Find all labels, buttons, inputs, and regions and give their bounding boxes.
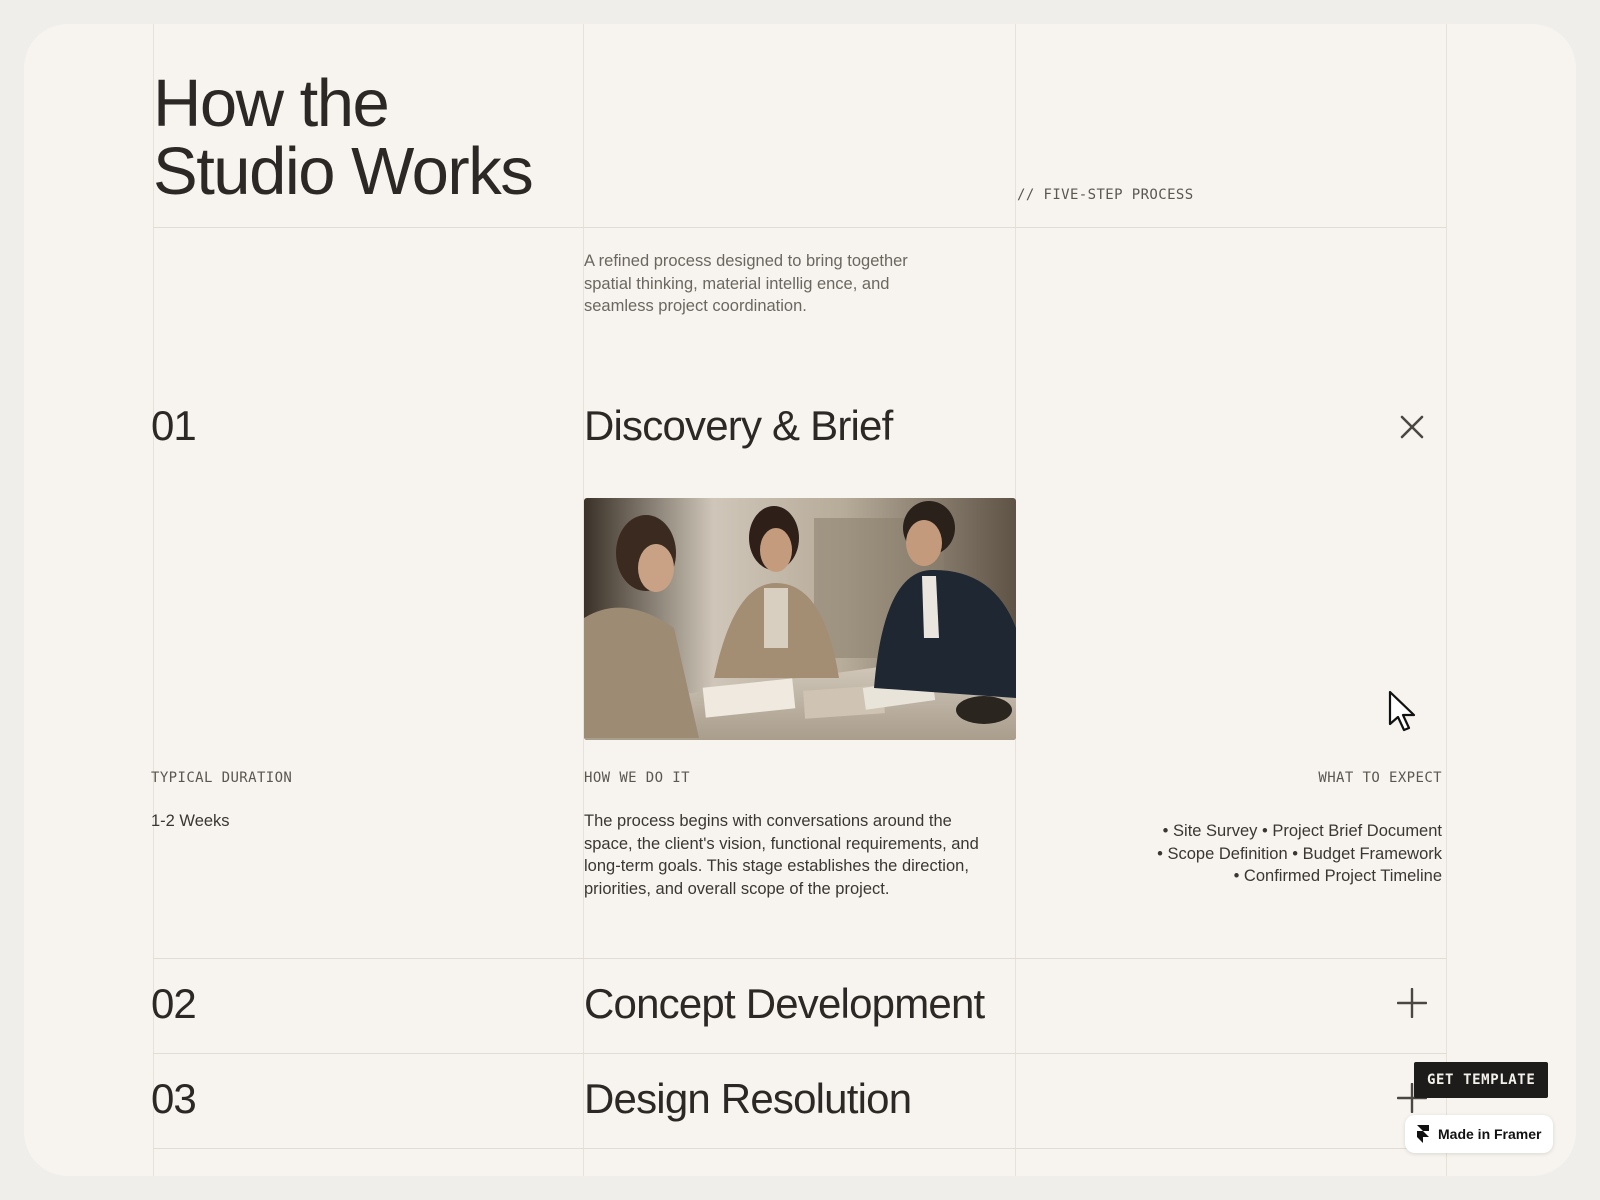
how-description: The process begins with conversations ar… <box>584 812 979 899</box>
how-label: HOW WE DO IT <box>584 770 690 786</box>
step-number: 02 <box>151 980 197 1027</box>
step-number: 03 <box>151 1075 197 1122</box>
made-in-framer-label: Made in Framer <box>1438 1126 1542 1142</box>
page-title: How the Studio Works <box>153 70 593 206</box>
step-number: 01 <box>151 402 197 449</box>
page-title-line2: Studio Works <box>153 134 534 209</box>
step-divider <box>153 1053 1446 1054</box>
step-photo <box>584 498 1016 740</box>
expect-line: • Confirmed Project Timeline <box>1233 867 1442 886</box>
step-title[interactable]: Concept Development <box>584 980 985 1028</box>
made-in-framer-badge[interactable]: Made in Framer <box>1405 1115 1553 1153</box>
step-title[interactable]: Discovery & Brief <box>584 402 893 450</box>
expect-line: • Site Survey • Project Brief Document <box>1162 822 1442 840</box>
expect-label: WHAT TO EXPECT <box>1318 770 1442 786</box>
mouse-cursor-icon <box>1388 690 1418 739</box>
page-frame: How the Studio Works // FIVE-STEP PROCES… <box>24 24 1576 1176</box>
page-title-line1: How the <box>153 66 390 141</box>
framer-logo-icon <box>1417 1125 1429 1143</box>
get-template-button[interactable]: GET TEMPLATE <box>1414 1062 1549 1098</box>
duration-value: 1-2 Weeks <box>151 812 230 830</box>
expect-list: • Site Survey • Project Brief Document •… <box>1102 820 1442 888</box>
intro-paragraph: A refined process designed to bring toge… <box>584 252 908 315</box>
expect-line: • Scope Definition • Budget Framework <box>1157 844 1442 863</box>
section-kicker: // FIVE-STEP PROCESS <box>1017 187 1194 203</box>
grid-line <box>1446 24 1447 1176</box>
duration-label: TYPICAL DURATION <box>151 770 293 786</box>
step-divider <box>153 1148 1446 1149</box>
close-icon[interactable] <box>1395 410 1429 444</box>
header-divider <box>153 227 1446 228</box>
plus-icon[interactable] <box>1395 986 1429 1020</box>
step-divider <box>153 958 1446 959</box>
step-title[interactable]: Design Resolution <box>584 1075 912 1123</box>
